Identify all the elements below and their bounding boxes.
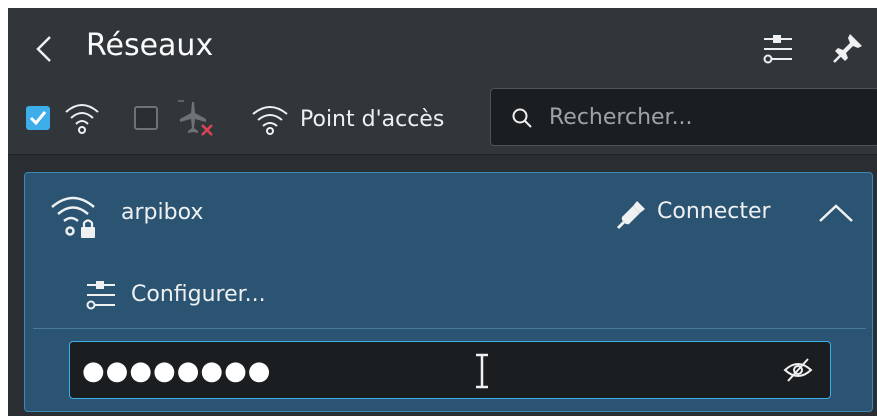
eye-hidden-icon[interactable] — [782, 356, 814, 384]
password-input[interactable] — [80, 354, 744, 388]
configure-sliders-icon[interactable] — [760, 30, 796, 66]
checkmark-icon — [29, 111, 47, 126]
applet-header: Réseaux Point d'accès Rechercher... — [8, 8, 877, 155]
hotspot-label: Point d'accès — [300, 107, 445, 132]
pin-icon[interactable] — [830, 30, 866, 66]
wifi-locked-icon — [51, 196, 95, 238]
network-item-arpibox[interactable]: arpibox Connecter Configurer... — [24, 172, 873, 412]
search-icon — [512, 108, 532, 128]
wifi-icon — [65, 104, 99, 134]
network-name: arpibox — [121, 200, 204, 225]
chevron-left-icon[interactable] — [32, 34, 58, 64]
search-field[interactable] — [490, 88, 877, 146]
divider — [33, 328, 866, 329]
hotspot-wifi-icon — [252, 106, 288, 135]
chevron-up-icon[interactable] — [817, 201, 855, 225]
plug-connect-icon — [616, 201, 645, 230]
page-title: Réseaux — [86, 28, 214, 63]
configure-label: Configurer... — [131, 282, 266, 307]
airplane-disabled-icon — [178, 100, 213, 136]
networks-applet: Réseaux Point d'accès Rechercher... arpi… — [8, 8, 877, 416]
connect-label: Connecter — [657, 199, 771, 224]
configure-sliders-icon — [86, 281, 115, 310]
password-field[interactable] — [69, 341, 831, 399]
search-input[interactable] — [547, 101, 871, 133]
airplane-mode-checkbox[interactable] — [134, 106, 158, 130]
wifi-enable-checkbox[interactable] — [26, 106, 50, 130]
text-cursor-icon — [476, 353, 488, 389]
